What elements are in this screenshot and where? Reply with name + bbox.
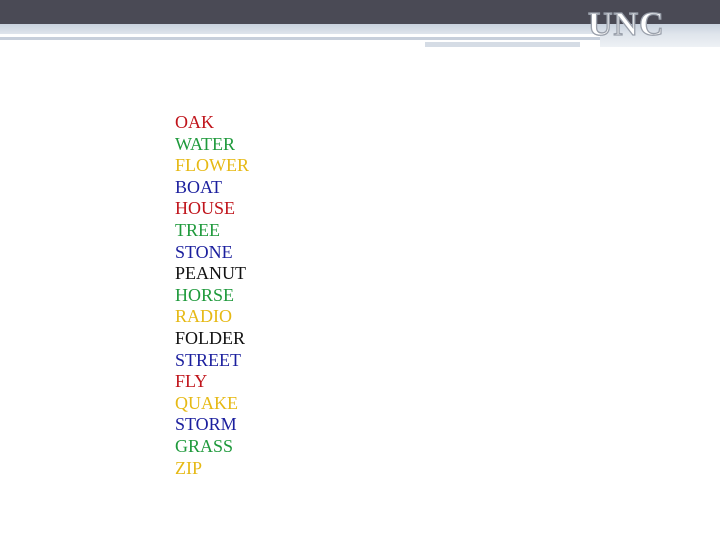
unc-logo: UNC [587, 6, 665, 43]
header-accent-line-short [425, 42, 580, 47]
word-item: GRASS [175, 435, 234, 456]
word-item: TREE [175, 219, 220, 240]
word-item: STONE [175, 241, 233, 262]
header-accent-line [0, 37, 600, 40]
word-item: STREET [175, 349, 241, 370]
word-item: QUAKE [175, 392, 238, 413]
word-item: RADIO [175, 306, 232, 327]
word-item: STORM [175, 414, 237, 435]
word-item: HORSE [175, 284, 235, 305]
word-item: FLY [175, 371, 208, 392]
word-item: BOAT [175, 176, 223, 197]
word-item: PEANUT [175, 263, 246, 284]
word-item: HOUSE [175, 198, 236, 219]
word-item: FOLDER [175, 327, 246, 348]
word-item: FLOWER [175, 155, 249, 176]
word-item: OAK [175, 112, 214, 132]
word-item: ZIP [175, 457, 202, 478]
word-item: WATER [175, 133, 235, 154]
word-list: OAK WATER FLOWER BOAT HOUSE TREE STONE P… [175, 112, 249, 479]
